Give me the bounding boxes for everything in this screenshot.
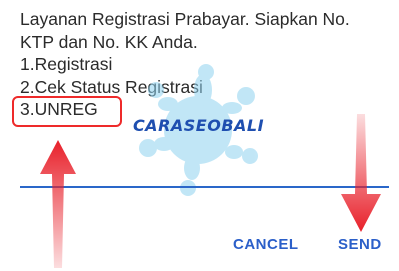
arrow-up-icon [40,140,76,268]
cancel-button[interactable]: CANCEL [233,236,299,253]
ussd-dialog: Layanan Registrasi Prabayar. Siapkan No.… [0,0,399,271]
arrow-down-icon [341,114,381,232]
message-line: Layanan Registrasi Prabayar. Siapkan No. [20,9,350,29]
message-line: KTP dan No. KK Anda. [20,31,198,52]
watermark-logo: CARASEOBALI [128,60,268,200]
watermark-text: CARASEOBALI [132,116,265,135]
unreg-highlight-box [12,96,122,127]
send-button[interactable]: SEND [338,236,382,253]
